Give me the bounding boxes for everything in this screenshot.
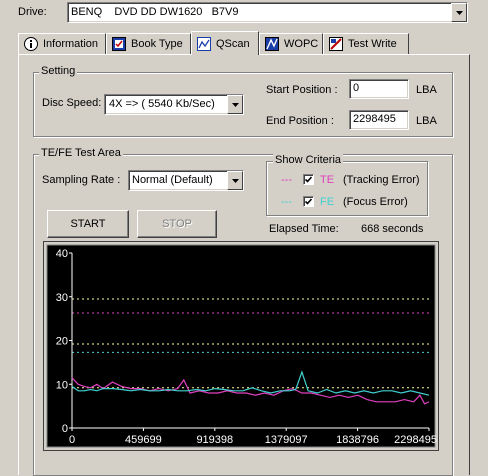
sampling-rate-label: Sampling Rate : [42,174,121,186]
disc-speed-label: Disc Speed: [42,97,102,109]
test-write-icon [328,36,344,52]
elapsed-time-label: Elapsed Time: [269,223,339,235]
start-position-unit: LBA [416,84,437,96]
fe-abbr: FE [320,196,335,208]
checkmark-icon [305,176,312,183]
sampling-rate-dropdown-button[interactable] [227,171,243,190]
drive-dropdown-button[interactable] [451,3,467,22]
start-position-label: Start Position : [266,84,338,96]
te-checkbox[interactable] [303,174,314,185]
x-tick-label: 919398 [196,434,233,446]
tab-test-write[interactable]: Test Write [323,33,409,54]
stop-button[interactable]: STOP [137,210,217,238]
start-position-input[interactable]: 0 [349,79,409,99]
tab-wopc-label: WOPC [284,38,319,50]
start-button[interactable]: START [47,210,129,238]
disc-speed-dropdown-button[interactable] [227,95,243,114]
y-tick-label: 40 [56,248,68,260]
disc-speed-value: 4X => ( 5540 Kb/Sec) [109,98,215,110]
disc-speed-select[interactable]: 4X => ( 5540 Kb/Sec) [104,94,244,115]
te-description: (Tracking Error) [343,174,420,186]
book-type-icon [111,36,127,52]
info-icon [23,36,39,52]
x-tick-label: 459699 [125,434,162,446]
start-position-value: 0 [353,82,360,94]
tab-wopc[interactable]: WOPC [259,33,323,54]
drive-label: Drive: [18,6,47,18]
setting-group-title: Setting [39,65,78,77]
tefe-group-title: TE/FE Test Area [39,147,123,159]
drive-select[interactable]: BENQ DVD DD DW1620 B7V9 [67,2,468,23]
fe-description: (Focus Error) [343,196,408,208]
te-fe-chart: 0 10 20 30 40 0 459699 919398 1379097 1838796 2298… [43,241,439,451]
y-tick-label: 30 [56,292,68,304]
wopc-icon [264,36,280,52]
end-position-label: End Position : [266,115,334,127]
tab-information-label: Information [43,38,99,50]
y-tick-label: 0 [62,423,68,435]
tab-test-write-label: Test Write [348,38,397,50]
tab-book-type[interactable]: Book Type [106,33,191,54]
sampling-rate-value: Normal (Default) [132,174,213,186]
qscan-icon [196,36,212,52]
x-tick-label: 2298495 [394,434,437,446]
sampling-rate-select[interactable]: Normal (Default) [128,170,244,191]
chevron-down-icon [455,10,463,15]
fe-checkbox[interactable] [303,196,314,207]
chevron-down-icon [231,178,239,183]
y-tick-label: 10 [56,379,68,391]
tab-information[interactable]: Information [18,33,106,54]
chevron-down-icon [231,102,239,107]
te-abbr: TE [320,174,335,186]
drive-select-value: BENQ DVD DD DW1620 B7V9 [71,6,239,18]
tab-qscan-label: QScan [216,37,250,50]
y-tick-label: 20 [56,336,68,348]
te-line-sample: --- [281,174,292,186]
end-position-value: 2298495 [353,113,396,125]
plot-background [46,244,436,448]
checkmark-icon [305,198,312,205]
x-tick-label: 1838796 [336,434,379,446]
end-position-unit: LBA [416,115,437,127]
tab-qscan[interactable]: QScan [191,31,259,55]
show-criteria-title: Show Criteria [273,154,344,166]
fe-line-sample: --- [281,196,292,208]
x-tick-label: 1379097 [265,434,308,446]
x-tick-label: 0 [69,434,75,446]
elapsed-time-value: 668 seconds [361,223,424,235]
end-position-input[interactable]: 2298495 [349,110,409,130]
tab-book-type-label: Book Type [131,38,183,50]
